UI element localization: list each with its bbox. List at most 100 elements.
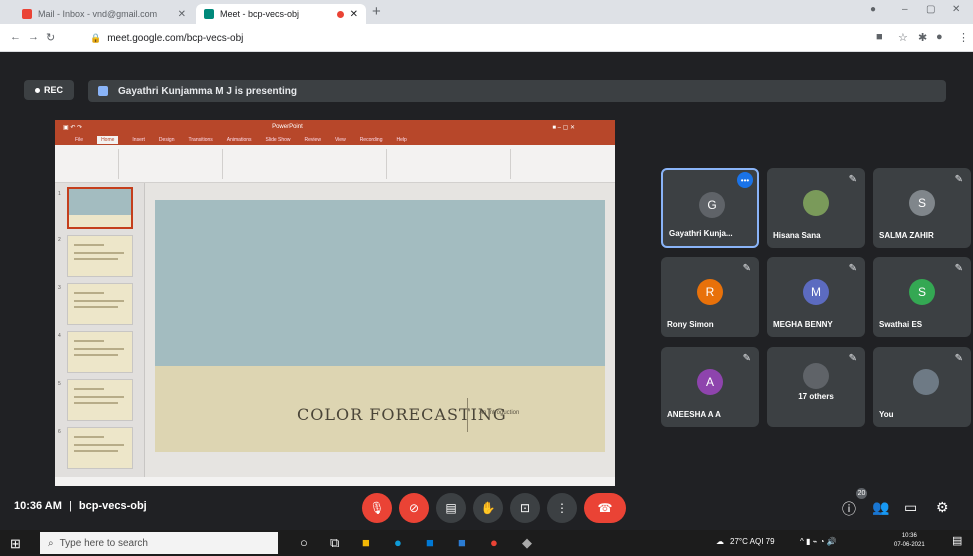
captions-button[interactable]: ▤ — [436, 493, 466, 523]
chat-icon[interactable]: ▭ — [904, 499, 917, 516]
ppt-user-icon: ■ – ▢ ✕ — [552, 124, 575, 131]
notification-icon[interactable]: ▤ — [952, 534, 962, 547]
ribbon-group-slides — [123, 149, 223, 179]
cortana-icon[interactable]: ○ — [300, 535, 308, 550]
participant-tile[interactable]: ✎ R Rony Simon — [661, 257, 759, 337]
activities-icon[interactable]: ⚙ — [936, 499, 949, 516]
chrome-icon[interactable]: ● — [490, 535, 498, 550]
reload-icon[interactable]: ↻ — [46, 31, 55, 44]
slide-thumbnail[interactable] — [67, 283, 133, 325]
thumb-top-band — [69, 189, 131, 215]
participant-tile[interactable]: ✎ A ANEESHA A A — [661, 347, 759, 427]
taskbar-clock[interactable]: 10:36 07-06-2021 — [894, 532, 925, 550]
back-icon[interactable]: ← — [10, 31, 21, 43]
ppt-tab: Home — [97, 135, 119, 144]
edge-icon[interactable]: ● — [394, 535, 402, 550]
participant-tile[interactable]: ✎ M MEGHA BENNY — [767, 257, 865, 337]
slide-top-band — [155, 200, 605, 366]
camera-toggle-button[interactable]: ⊘ — [399, 493, 429, 523]
participant-tile[interactable]: ••• G Gayathri Kunja... — [661, 168, 759, 248]
participant-tile-others[interactable]: ✎ 17 others — [767, 347, 865, 427]
participant-name: Rony Simon — [667, 320, 714, 329]
maximize-icon[interactable]: ▢ — [926, 4, 935, 15]
tab-meet[interactable]: Meet - bcp-vecs-obj ✕ — [196, 4, 366, 24]
gmail-icon — [22, 9, 32, 19]
slide-thumbnail[interactable] — [67, 235, 133, 277]
record-icon — [34, 87, 40, 93]
slide-subtitle: An Introduction — [479, 410, 520, 416]
raise-hand-button[interactable]: ✋ — [473, 493, 503, 523]
forward-icon[interactable]: → — [28, 31, 39, 43]
close-window-icon[interactable]: ✕ — [952, 4, 960, 15]
participant-tile[interactable]: ✎ S Swathai ES — [873, 257, 971, 337]
profile-avatar-icon[interactable]: ● — [936, 31, 943, 43]
close-icon[interactable]: ✕ — [178, 9, 186, 20]
mic-off-icon: ✎ — [954, 353, 963, 364]
slide-divider — [467, 398, 468, 432]
camera-icon[interactable]: ■ — [876, 31, 883, 43]
tab-mail-label: Mail - Inbox - vnd@gmail.com — [38, 9, 158, 19]
profile-icon[interactable]: ● — [870, 4, 876, 15]
browser-tab-strip: Mail - Inbox - vnd@gmail.com ✕ Meet - bc… — [0, 0, 973, 24]
mic-off-icon: 🎙 — [369, 501, 385, 515]
search-icon: ⌕ — [48, 537, 54, 549]
participant-tile-self[interactable]: ✎ You — [873, 347, 971, 427]
more-vert-icon: ⋮ — [556, 501, 568, 515]
new-tab-button[interactable]: + — [372, 3, 381, 20]
minimize-icon[interactable]: – — [902, 4, 908, 15]
camera-off-icon: ⊘ — [408, 501, 420, 515]
taskbar-search[interactable]: ⌕ Type here to search — [40, 532, 278, 554]
more-options-icon[interactable]: ••• — [737, 172, 753, 188]
slide-number: 5 — [58, 381, 61, 387]
ppt-ribbon-tabs: File Home Insert Design Transitions Anim… — [55, 134, 615, 145]
slide-thumbnail[interactable] — [67, 427, 133, 469]
present-button[interactable]: ⊡ — [510, 493, 540, 523]
captions-icon: ▤ — [445, 501, 457, 515]
slide-thumbnail-selected[interactable] — [67, 187, 133, 229]
slide-thumbnail[interactable] — [67, 331, 133, 373]
presenting-banner: Gayathri Kunjamma M J is presenting — [88, 80, 946, 102]
ppt-tab: Review — [304, 136, 321, 143]
star-icon[interactable]: ☆ — [898, 31, 908, 44]
mic-off-icon: ✎ — [848, 174, 857, 185]
ppt-tab: Help — [396, 136, 407, 143]
people-icon[interactable]: 👥 — [872, 499, 889, 516]
meeting-code: bcp-vecs-obj — [78, 500, 147, 512]
menu-icon[interactable]: ⋮ — [958, 31, 969, 44]
weather-icon[interactable]: ☁ — [716, 537, 724, 546]
leave-call-button[interactable]: ☎ — [584, 493, 626, 523]
close-icon[interactable]: ✕ — [350, 9, 358, 20]
url-field[interactable]: 🔒 meet.google.com/bcp-vecs-obj — [90, 28, 850, 48]
participant-tile[interactable]: ✎ Hisana Sana — [767, 168, 865, 248]
slide-number: 4 — [58, 333, 61, 339]
ppt-ribbon — [55, 145, 615, 183]
url-text: meet.google.com/bcp-vecs-obj — [107, 32, 244, 44]
meeting-info: 10:36 AM | bcp-vecs-obj — [14, 500, 147, 512]
extensions-icon[interactable]: ✱ — [918, 31, 927, 44]
slide-thumbnail-pane: 1 2 3 4 5 6 — [55, 183, 145, 477]
tab-mail[interactable]: Mail - Inbox - vnd@gmail.com ✕ — [14, 4, 194, 24]
participant-name: SALMA ZAHIR — [879, 231, 934, 240]
thumb-line — [74, 300, 124, 302]
more-options-button[interactable]: ⋮ — [547, 493, 577, 523]
app-icon[interactable]: ◆ — [522, 535, 532, 551]
avatar: S — [909, 279, 935, 305]
participant-tile[interactable]: ✎ S SALMA ZAHIR — [873, 168, 971, 248]
ppt-tab: Slide Show — [265, 136, 291, 143]
thumb-line — [74, 292, 104, 294]
ribbon-group-drawing — [515, 149, 605, 179]
address-bar-row: ← → ↻ 🔒 meet.google.com/bcp-vecs-obj ■ ☆… — [0, 24, 973, 52]
clock-date: 07-06-2021 — [894, 542, 925, 548]
tray-icons[interactable]: ^ ▮ ⌁ ◔ 🔊 — [800, 537, 837, 546]
windows-start-icon[interactable]: ⊞ — [10, 536, 21, 552]
store-icon[interactable]: ■ — [426, 535, 434, 550]
file-explorer-icon[interactable]: ■ — [362, 535, 370, 550]
ppt-tab: Animations — [226, 136, 252, 143]
task-view-icon[interactable]: ⧉ — [330, 535, 339, 551]
ppt-tab: File — [75, 136, 84, 143]
outlook-icon[interactable]: ■ — [458, 535, 466, 550]
info-icon[interactable]: ⓘ — [842, 499, 856, 519]
mic-toggle-button[interactable]: 🎙 — [362, 493, 392, 523]
slide-thumbnail[interactable] — [67, 379, 133, 421]
mic-off-icon: ✎ — [848, 353, 857, 364]
